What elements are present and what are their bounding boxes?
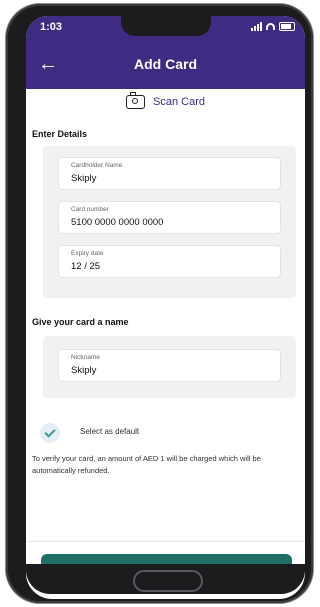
field-value: 12 / 25 [71,261,101,272]
default-checkbox-label: Select as default [80,427,140,436]
field-label: Expiry date [71,250,104,257]
scan-card-label: Scan Card [153,96,205,108]
field-value: 5100 0000 0000 0000 [71,217,164,228]
card-details-panel: Cardholder Name Skiply Card number 5100 … [43,146,296,298]
nickname-field[interactable]: Nickname Skiply [58,349,281,382]
enter-details-heading: Enter Details [32,129,88,139]
field-label: Cardholder Name [71,162,123,169]
cardholder-name-field[interactable]: Cardholder Name Skiply [58,157,281,190]
field-value: Skiply [71,365,97,376]
expiry-date-field[interactable]: Expiry date 12 / 25 [58,245,281,278]
app-header: 1:03 ← Add Card [26,16,305,89]
scan-card-button[interactable]: Scan Card [126,92,205,109]
page-title: Add Card [134,56,197,72]
wifi-icon [266,23,275,30]
card-name-panel: Nickname Skiply [43,336,296,398]
card-name-heading: Give your card a name [32,317,129,327]
status-time: 1:03 [40,21,63,33]
phone-frame: 1:03 ← Add Card Scan Card Enter Details … [6,4,313,603]
footer-divider [26,541,305,542]
home-button[interactable] [133,570,203,592]
battery-icon [279,22,295,31]
default-checkbox[interactable] [40,423,60,443]
field-value: Skiply [71,173,97,184]
camera-icon [126,92,145,109]
status-bar: 1:03 [26,16,305,40]
camera-notch [121,16,211,36]
field-label: Nickname [71,354,100,361]
verification-info-text: To verify your card, an amount of AED 1 … [32,454,261,475]
screen: 1:03 ← Add Card Scan Card Enter Details … [26,16,305,599]
signal-icon [251,22,262,31]
field-label: Card number [71,206,109,213]
card-number-field[interactable]: Card number 5100 0000 0000 0000 [58,201,281,234]
status-icons [251,22,295,31]
